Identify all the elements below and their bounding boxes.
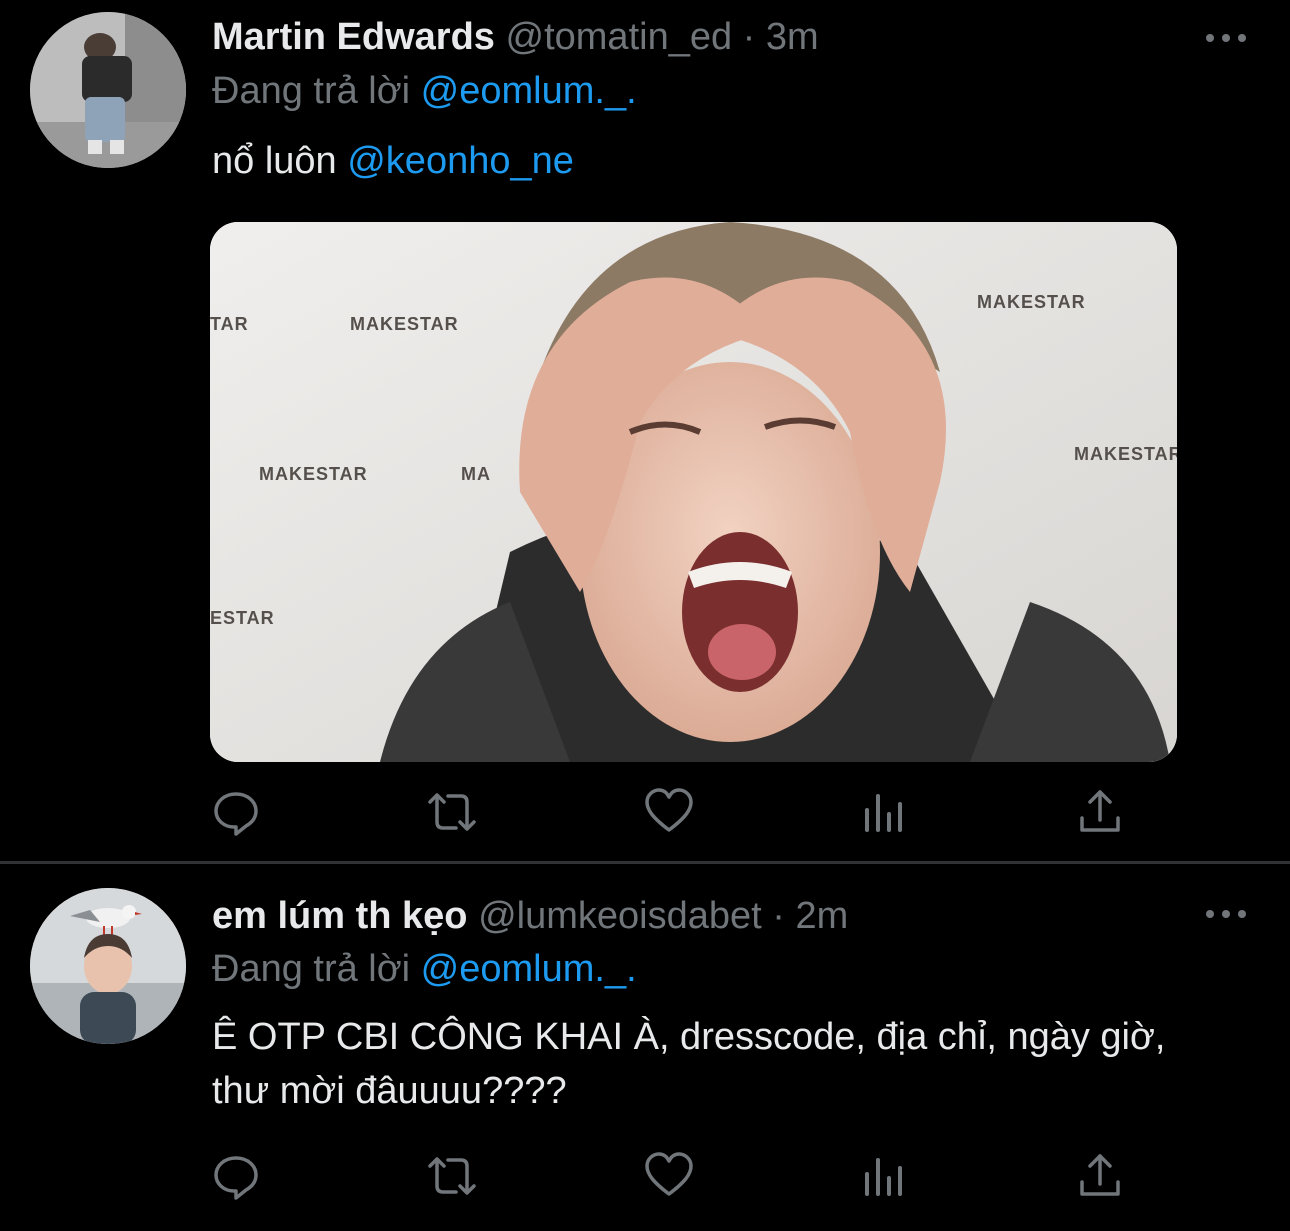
more-options-icon[interactable]	[1206, 904, 1246, 924]
author-handle[interactable]: @tomatin_ed	[506, 16, 733, 58]
tweet-actions	[0, 1148, 1290, 1208]
reply-prefix: Đang trả lời	[212, 70, 411, 112]
tweet-text-body: nổ luôn	[212, 140, 337, 182]
reply-context: Đang trả lời @eomlum._.	[212, 70, 637, 113]
like-icon[interactable]	[641, 784, 697, 840]
retweet-icon[interactable]	[424, 784, 480, 840]
share-icon[interactable]	[1072, 1148, 1128, 1204]
separator-dot: ·	[772, 895, 785, 937]
author-handle[interactable]: @lumkeoisdabet	[478, 895, 762, 937]
reply-mention-link[interactable]: @eomlum._.	[421, 948, 637, 990]
reply-icon[interactable]	[208, 1148, 264, 1204]
watermark: MAKESTAR	[1074, 444, 1177, 464]
tweet[interactable]: Martin Edwards @tomatin_ed · 3m Đang trả…	[0, 0, 1290, 862]
watermark: TAR	[210, 314, 249, 334]
analytics-icon[interactable]	[857, 784, 913, 840]
avatar[interactable]	[30, 12, 186, 168]
like-icon[interactable]	[641, 1148, 697, 1204]
tweet-text: Ê OTP CBI CÔNG KHAI À, dresscode, địa ch…	[212, 1016, 1166, 1112]
more-options-icon[interactable]	[1206, 28, 1246, 48]
watermark: MAKESTAR	[350, 314, 459, 334]
avatar[interactable]	[30, 888, 186, 1044]
reply-prefix: Đang trả lời	[212, 948, 411, 990]
author-name[interactable]: em lúm th kẹo	[212, 895, 468, 937]
share-icon[interactable]	[1072, 784, 1128, 840]
watermark: MA	[461, 464, 491, 484]
timestamp[interactable]: 3m	[766, 16, 819, 58]
reply-context: Đang trả lời @eomlum._.	[212, 948, 637, 991]
tweet-header: em lúm th kẹo @lumkeoisdabet · 2m	[212, 895, 848, 938]
reply-icon[interactable]	[208, 784, 264, 840]
separator-dot: ·	[742, 16, 756, 58]
watermark: ESTAR	[210, 608, 275, 628]
tweet-photo[interactable]: TAR MAKESTAR MAKESTAR MAKESTAR MAKESTAR …	[210, 222, 1177, 762]
mention-link[interactable]: @keonho_ne	[347, 140, 574, 182]
retweet-icon[interactable]	[424, 1148, 480, 1204]
watermark: MAKESTAR	[977, 292, 1086, 312]
reply-mention-link[interactable]: @eomlum._.	[421, 70, 637, 112]
analytics-icon[interactable]	[857, 1148, 913, 1204]
avatar-image	[30, 12, 186, 168]
author-name[interactable]: Martin Edwards	[212, 16, 495, 58]
tweet-header: Martin Edwards @tomatin_ed · 3m	[212, 16, 819, 59]
tweet-actions	[0, 784, 1290, 844]
timestamp[interactable]: 2m	[795, 895, 848, 937]
watermark: MAKESTAR	[259, 464, 368, 484]
avatar-image	[30, 888, 186, 1044]
tweet-text: nổ luôn @keonho_ne	[212, 134, 574, 188]
tweet[interactable]: em lúm th kẹo @lumkeoisdabet · 2m Đang t…	[0, 864, 1290, 1231]
